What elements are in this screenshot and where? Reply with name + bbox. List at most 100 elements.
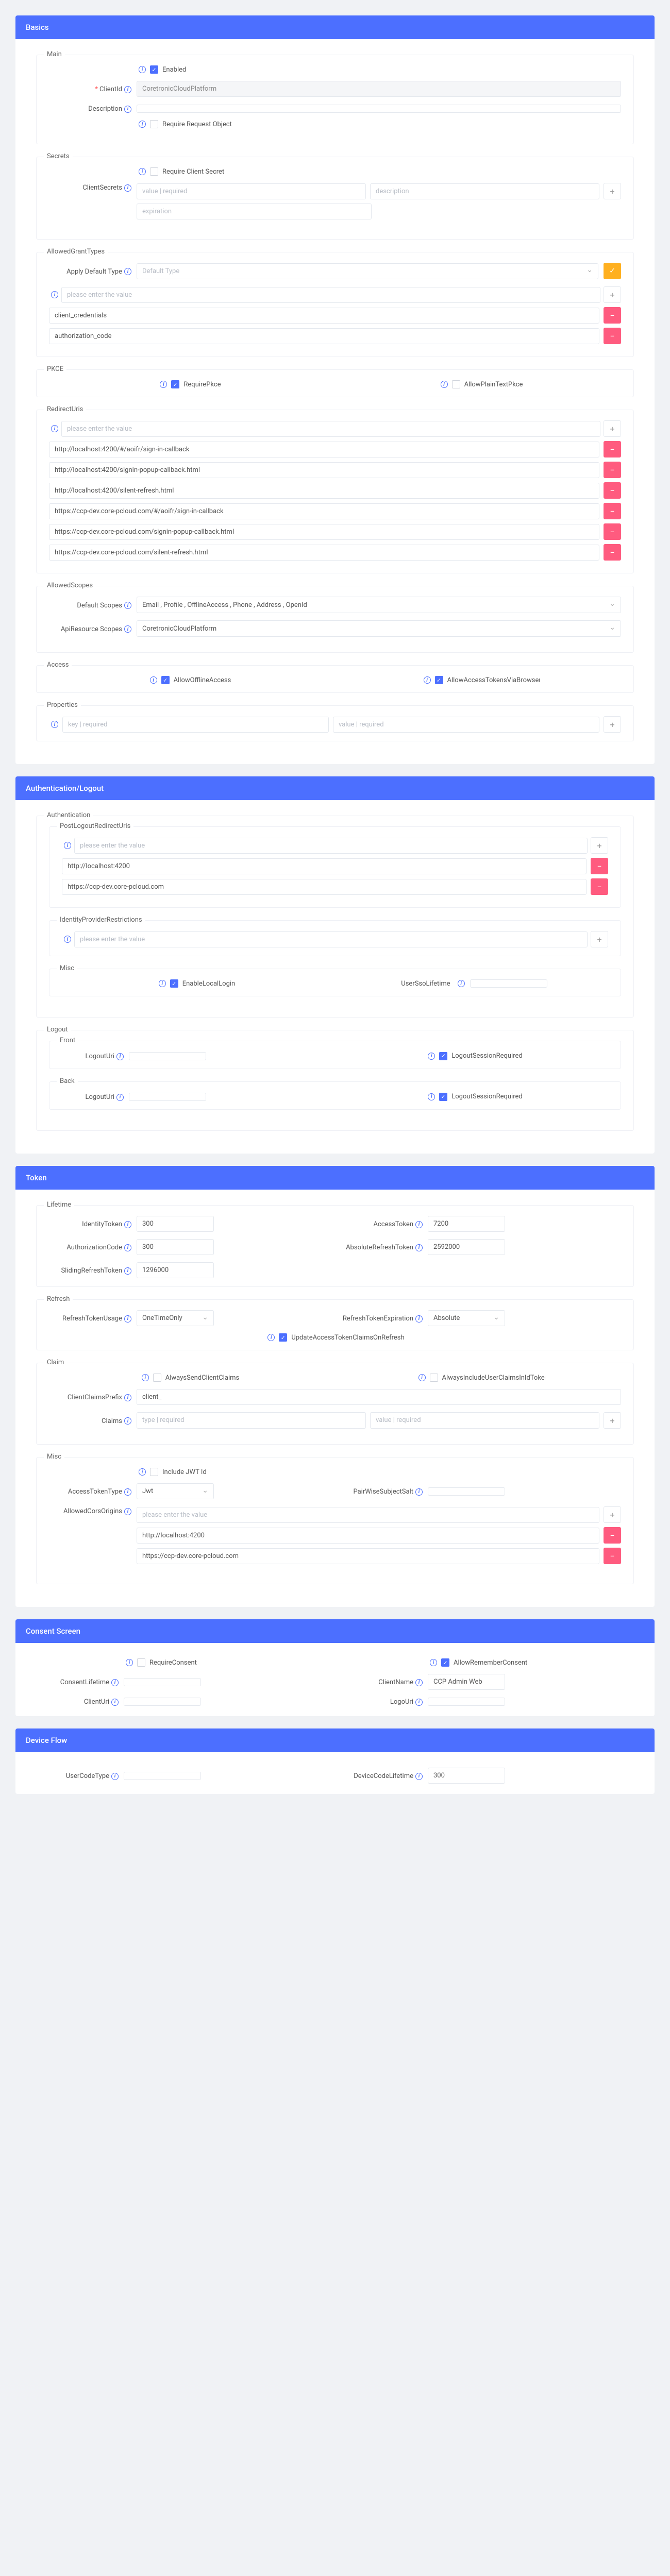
client-name-input[interactable]: CCP Admin Web	[428, 1674, 505, 1690]
info-icon[interactable]	[124, 1267, 131, 1275]
enable-local-login-checkbox[interactable]	[170, 979, 178, 988]
idp-restriction-input[interactable]: please enter the value	[74, 931, 588, 947]
cors-origin-input[interactable]: please enter the value	[137, 1507, 599, 1523]
apply-default-type-button[interactable]	[604, 263, 621, 279]
remove-button[interactable]: −	[604, 307, 621, 324]
property-value-input[interactable]: value | required	[333, 717, 599, 733]
back-logout-uri-input[interactable]	[129, 1093, 206, 1101]
info-icon[interactable]	[124, 184, 131, 192]
info-icon[interactable]	[64, 842, 71, 849]
require-client-secret-checkbox[interactable]	[150, 167, 158, 176]
allow-access-tokens-browser-checkbox[interactable]	[435, 676, 443, 684]
info-icon[interactable]	[124, 1417, 131, 1425]
remove-button[interactable]: −	[591, 858, 608, 874]
remove-button[interactable]: −	[604, 462, 621, 478]
include-jwt-id-checkbox[interactable]	[150, 1468, 158, 1476]
consent-lifetime-input[interactable]	[124, 1678, 201, 1686]
client-uri-input[interactable]	[124, 1698, 201, 1706]
api-resource-scopes-select[interactable]: CoretronicCloudPlatform	[137, 620, 621, 637]
allow-offline-access-checkbox[interactable]	[161, 676, 170, 684]
add-secret-button[interactable]: +	[604, 183, 621, 199]
remove-button[interactable]: −	[604, 544, 621, 561]
grant-type-input[interactable]: please enter the value	[61, 287, 600, 303]
always-include-user-claims-checkbox[interactable]	[430, 1374, 438, 1382]
add-grant-button[interactable]: +	[604, 286, 621, 303]
access-token-type-select[interactable]: Jwt	[137, 1483, 214, 1499]
remove-button[interactable]: −	[604, 441, 621, 457]
info-icon[interactable]	[111, 1699, 119, 1706]
post-logout-uri-input[interactable]: please enter the value	[74, 838, 588, 854]
info-icon[interactable]	[64, 936, 71, 943]
info-icon[interactable]	[415, 1244, 423, 1251]
info-icon[interactable]	[124, 106, 131, 113]
pairwise-subject-salt-input[interactable]	[428, 1487, 505, 1496]
info-icon[interactable]	[430, 1659, 437, 1666]
claim-type-input[interactable]: type | required	[137, 1412, 366, 1429]
require-consent-checkbox[interactable]	[137, 1658, 145, 1667]
info-icon[interactable]	[124, 86, 131, 93]
access-token-input[interactable]: 7200	[428, 1216, 505, 1232]
default-type-select[interactable]: Default Type	[137, 263, 598, 279]
remove-button[interactable]: −	[604, 523, 621, 540]
secret-value-input[interactable]: value | required	[137, 183, 366, 199]
sliding-refresh-token-input[interactable]: 1296000	[137, 1262, 214, 1278]
info-icon[interactable]	[51, 291, 58, 298]
property-key-input[interactable]: key | required	[62, 717, 329, 733]
always-send-client-claims-checkbox[interactable]	[153, 1374, 161, 1382]
info-icon[interactable]	[415, 1221, 423, 1228]
add-idp-button[interactable]: +	[591, 931, 608, 947]
info-icon[interactable]	[116, 1053, 124, 1060]
clientid-input[interactable]: CoretronicCloudPlatform	[137, 81, 621, 97]
info-icon[interactable]	[124, 602, 131, 609]
info-icon[interactable]	[124, 1244, 131, 1251]
enabled-checkbox[interactable]	[150, 65, 158, 74]
default-scopes-select[interactable]: Email , Profile , OfflineAccess , Phone …	[137, 597, 621, 613]
remove-button[interactable]: −	[604, 1548, 621, 1564]
claim-value-input[interactable]: value | required	[370, 1412, 599, 1429]
identity-token-input[interactable]: 300	[137, 1216, 214, 1232]
info-icon[interactable]	[139, 1468, 146, 1476]
remove-button[interactable]: −	[591, 878, 608, 895]
info-icon[interactable]	[51, 721, 58, 728]
info-icon[interactable]	[415, 1679, 423, 1686]
allow-remember-consent-checkbox[interactable]	[441, 1658, 449, 1667]
refresh-token-expiration-select[interactable]: Absolute	[428, 1310, 505, 1326]
require-pkce-checkbox[interactable]	[171, 380, 179, 388]
info-icon[interactable]	[160, 381, 167, 388]
info-icon[interactable]	[139, 66, 146, 73]
info-icon[interactable]	[124, 1508, 131, 1515]
authorization-code-input[interactable]: 300	[137, 1239, 214, 1255]
add-post-logout-button[interactable]: +	[591, 837, 608, 854]
refresh-token-usage-select[interactable]: OneTimeOnly	[137, 1310, 214, 1326]
update-access-token-claims-checkbox[interactable]	[279, 1333, 287, 1342]
info-icon[interactable]	[267, 1334, 275, 1341]
remove-button[interactable]: −	[604, 1527, 621, 1544]
info-icon[interactable]	[415, 1699, 423, 1706]
info-icon[interactable]	[150, 676, 157, 684]
logo-uri-input[interactable]	[428, 1698, 505, 1706]
add-cors-button[interactable]: +	[604, 1506, 621, 1523]
info-icon[interactable]	[424, 676, 431, 684]
info-icon[interactable]	[126, 1659, 133, 1666]
info-icon[interactable]	[116, 1094, 124, 1101]
absolute-refresh-token-input[interactable]: 2592000	[428, 1239, 505, 1255]
secret-expiration-input[interactable]: expiration	[137, 204, 372, 219]
info-icon[interactable]	[142, 1374, 149, 1381]
front-logout-session-required-checkbox[interactable]	[439, 1052, 447, 1060]
add-redirect-button[interactable]: +	[604, 420, 621, 437]
user-sso-lifetime-input[interactable]	[470, 979, 547, 988]
info-icon[interactable]	[111, 1773, 119, 1780]
info-icon[interactable]	[428, 1053, 435, 1060]
info-icon[interactable]	[418, 1374, 426, 1381]
description-input[interactable]	[137, 105, 621, 113]
front-logout-uri-input[interactable]	[129, 1052, 206, 1060]
remove-button[interactable]: −	[604, 482, 621, 499]
remove-button[interactable]: −	[604, 503, 621, 519]
user-code-type-input[interactable]	[124, 1772, 201, 1780]
info-icon[interactable]	[415, 1773, 423, 1780]
info-icon[interactable]	[415, 1488, 423, 1496]
back-logout-session-required-checkbox[interactable]	[439, 1093, 447, 1101]
allow-plain-text-pkce-checkbox[interactable]	[452, 380, 460, 388]
info-icon[interactable]	[415, 1315, 423, 1323]
info-icon[interactable]	[428, 1093, 435, 1100]
